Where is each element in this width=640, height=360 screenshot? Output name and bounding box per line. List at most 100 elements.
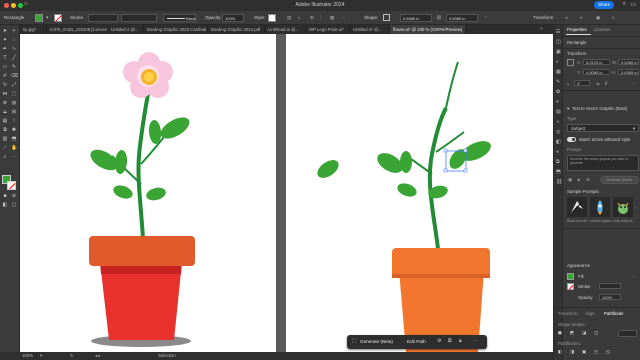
duplicate-icon[interactable]: ⧉: [448, 338, 452, 344]
stroke-swatch[interactable]: [54, 14, 63, 23]
shaper-tool-icon[interactable]: ✐: [2, 73, 8, 79]
trim-icon[interactable]: ◨: [570, 349, 574, 355]
mesh-tool-icon[interactable]: ⊞: [11, 109, 17, 115]
eyedropper-tool-icon[interactable]: ⌇: [11, 118, 17, 124]
tab-overflow-icon[interactable]: »: [540, 26, 543, 32]
bottom-tab-transform[interactable]: Transform: [558, 311, 577, 316]
bottom-tab-align[interactable]: Align: [585, 311, 595, 316]
artboards-icon[interactable]: ⬒: [556, 169, 561, 175]
prompt-input[interactable]: Describe the vector graphic you want to …: [567, 155, 639, 171]
artboard-right[interactable]: [286, 34, 553, 352]
flip-horizontal-icon[interactable]: ⇋: [596, 81, 600, 87]
rotate-tool-icon[interactable]: ↻: [2, 82, 8, 88]
fill-more-icon[interactable]: ⋯: [632, 274, 636, 280]
intersect-icon[interactable]: ◪: [582, 330, 586, 336]
bottom-tab-pathfinder[interactable]: Pathfinder: [604, 311, 624, 316]
zoom-level[interactable]: 100%: [22, 353, 33, 358]
flip-vertical-icon[interactable]: ⇵: [604, 81, 608, 87]
transparency-icon[interactable]: ◑: [556, 119, 559, 125]
graphic-style-swatch[interactable]: [268, 14, 276, 22]
reference-point-icon[interactable]: [567, 59, 574, 66]
tab-libraries[interactable]: Libraries: [594, 27, 610, 32]
zoom-tool-icon[interactable]: ⌕: [2, 154, 8, 160]
sample-prompt-thumbnail[interactable]: [590, 197, 610, 217]
prompt-options-icon[interactable]: ▣: [568, 177, 572, 183]
artboard-nav-icon[interactable]: ◂ ▸: [95, 353, 101, 359]
zoom-dropdown-icon[interactable]: ▾: [40, 353, 42, 359]
tab-properties[interactable]: Properties: [567, 27, 587, 32]
brush-dropdown[interactable]: Basic: [163, 14, 196, 22]
angle-field[interactable]: 0°: [574, 80, 590, 86]
merge-icon[interactable]: ▣: [582, 349, 586, 355]
transform-link[interactable]: Transform: [533, 15, 553, 20]
share-button[interactable]: Share: [594, 1, 614, 9]
outline-icon[interactable]: ◱: [606, 349, 610, 355]
stroke-color-swatch[interactable]: [7, 181, 16, 190]
align-icon[interactable]: ▤: [287, 15, 291, 21]
shape-builder-tool-icon[interactable]: ⊕: [2, 100, 8, 106]
color-icon[interactable]: ◐: [556, 59, 559, 65]
eraser-tool-icon[interactable]: ⌫: [11, 73, 18, 79]
tab-document-active[interactable]: flower.ai* @ 100 % (CMYK/Preview): [390, 25, 466, 34]
fill-swatch[interactable]: [35, 14, 43, 22]
divide-icon[interactable]: ◧: [558, 349, 562, 355]
magic-wand-tool-icon[interactable]: ✦: [2, 37, 8, 43]
arrange-icon[interactable]: ▦: [330, 15, 334, 21]
distribute-icon[interactable]: ⫶: [320, 15, 321, 20]
rectangle-tool-icon[interactable]: ▭: [2, 64, 8, 70]
paintbrush-tool-icon[interactable]: ✎: [11, 64, 17, 70]
opacity-field[interactable]: 100%: [599, 294, 621, 300]
variable-width-dropdown[interactable]: [121, 14, 157, 22]
hand-tool-icon[interactable]: ✋: [11, 145, 17, 151]
perspective-grid-tool-icon[interactable]: ⟁: [2, 109, 8, 115]
style-picker-icon[interactable]: ◈: [577, 177, 580, 183]
live-paint-tool-icon[interactable]: ◍: [11, 100, 17, 106]
width-tool-icon[interactable]: ⋈: [2, 91, 8, 97]
tab-document[interactable]: WP Logo Pride.ai*: [306, 25, 350, 34]
pen-tool-icon[interactable]: ✒: [2, 46, 8, 52]
gradient-tool-icon[interactable]: ▤: [2, 118, 8, 124]
brushes-icon[interactable]: ✎: [556, 79, 560, 85]
screen-mode-icon[interactable]: ▢: [11, 202, 17, 208]
lasso-tool-icon[interactable]: ◌: [11, 37, 17, 43]
gradient-icon[interactable]: ▤: [556, 109, 561, 115]
generate-beta-button[interactable]: Generate (Beta): [360, 339, 393, 344]
fill-dropdown-icon[interactable]: ▾: [46, 15, 49, 21]
tab-document[interactable]: Linkhead.ai @...: [265, 25, 306, 34]
canvas[interactable]: ⬚ Generate (Beta) Edit Path ⚙ ⧉ 🔒︎ ⋯: [20, 34, 553, 352]
tab-document[interactable]: Untitled-2 @...: [108, 25, 144, 34]
panel-layout-icon[interactable]: ▭: [630, 1, 636, 8]
links-icon[interactable]: ⛓: [556, 179, 562, 185]
edit-path-button[interactable]: Edit Path: [407, 339, 426, 344]
type-dropdown[interactable]: Subject ▾: [567, 124, 639, 132]
graph-tool-icon[interactable]: ▥: [2, 136, 8, 142]
properties-icon[interactable]: ☰: [556, 29, 560, 35]
align-center-icon[interactable]: ⫸: [580, 15, 583, 20]
free-transform-tool-icon[interactable]: ⬚: [11, 91, 17, 97]
stroke-weight-field[interactable]: [88, 14, 118, 22]
color-mode-icon[interactable]: ■: [2, 193, 8, 199]
appearance-icon[interactable]: ◎: [556, 129, 560, 135]
unite-icon[interactable]: ◼: [558, 330, 562, 336]
scale-tool-icon[interactable]: ⤢: [11, 82, 17, 88]
symbol-sprayer-tool-icon[interactable]: ✺: [11, 127, 17, 133]
type-tool-icon[interactable]: T: [2, 55, 8, 61]
pathfinder-icon[interactable]: ⧉: [556, 159, 560, 165]
exclude-icon[interactable]: ◫: [594, 330, 598, 336]
curvature-tool-icon[interactable]: ∿: [11, 46, 17, 52]
minus-front-icon[interactable]: ◩: [570, 330, 574, 336]
edit-toolbar-icon[interactable]: ⋯: [11, 154, 17, 160]
corner-radius-icon[interactable]: ◜: [485, 15, 487, 21]
tab-document[interactable]: Bowling Graphic 2024.pdf: [208, 25, 265, 34]
x-field[interactable]: 5.0123 in: [583, 59, 610, 65]
none-color-icon[interactable]: ⊘: [11, 193, 17, 199]
stroke-weight-field[interactable]: [599, 283, 621, 289]
layers-icon[interactable]: ◫: [556, 39, 561, 45]
shape-width-field[interactable]: 0.6385 in: [400, 14, 432, 22]
draw-normal-icon[interactable]: ◧: [2, 202, 8, 208]
align-left-icon[interactable]: ⫷: [565, 15, 568, 20]
match-style-toggle[interactable]: [567, 137, 576, 142]
sample-prompt-thumbnail[interactable]: [567, 197, 587, 217]
opacity-field[interactable]: 100%: [222, 14, 244, 22]
tab-document[interactable]: Bowling Graphic 2023 Cardinal.pdf: [144, 25, 208, 34]
